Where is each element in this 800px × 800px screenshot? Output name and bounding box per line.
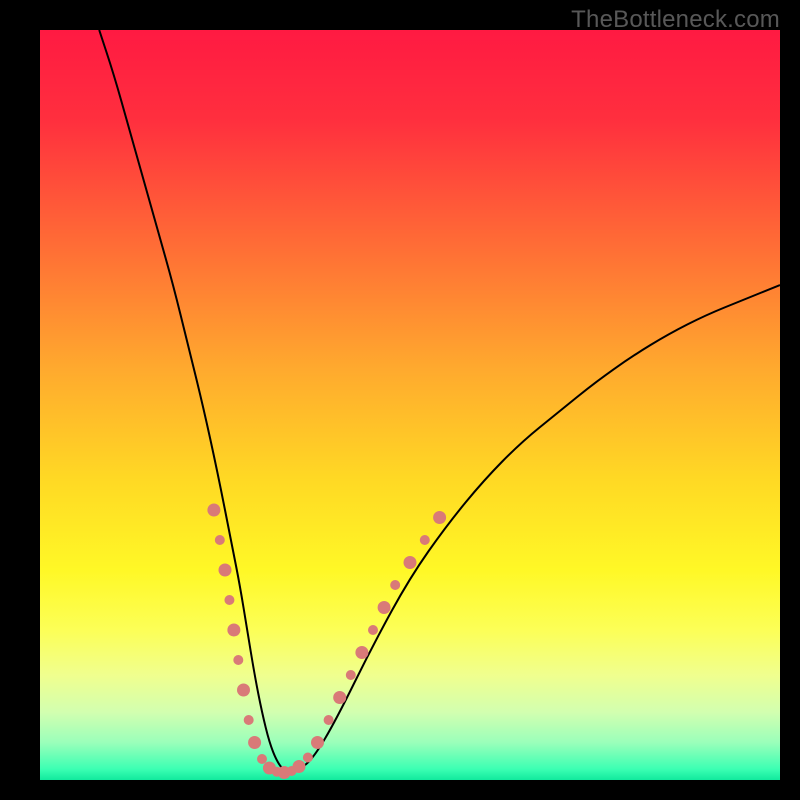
curve-marker <box>355 646 368 659</box>
curve-marker <box>227 624 240 637</box>
curve-marker <box>333 691 346 704</box>
chart-frame: TheBottleneck.com <box>0 0 800 800</box>
curve-marker <box>433 511 446 524</box>
curve-marker <box>257 754 267 764</box>
curve-marker <box>378 601 391 614</box>
curve-marker <box>219 564 232 577</box>
curve-marker <box>244 715 254 725</box>
curve-layer <box>40 30 780 780</box>
curve-markers <box>207 504 446 780</box>
curve-marker <box>224 595 234 605</box>
curve-marker <box>420 535 430 545</box>
curve-marker <box>237 684 250 697</box>
bottleneck-curve <box>99 30 780 772</box>
curve-marker <box>404 556 417 569</box>
curve-marker <box>311 736 324 749</box>
curve-marker <box>248 736 261 749</box>
curve-marker <box>346 670 356 680</box>
curve-marker <box>368 625 378 635</box>
curve-marker <box>233 655 243 665</box>
curve-marker <box>207 504 220 517</box>
curve-marker <box>390 580 400 590</box>
plot-area <box>40 30 780 780</box>
curve-marker <box>324 715 334 725</box>
curve-marker <box>293 760 306 773</box>
curve-marker <box>215 535 225 545</box>
curve-marker <box>303 753 313 763</box>
